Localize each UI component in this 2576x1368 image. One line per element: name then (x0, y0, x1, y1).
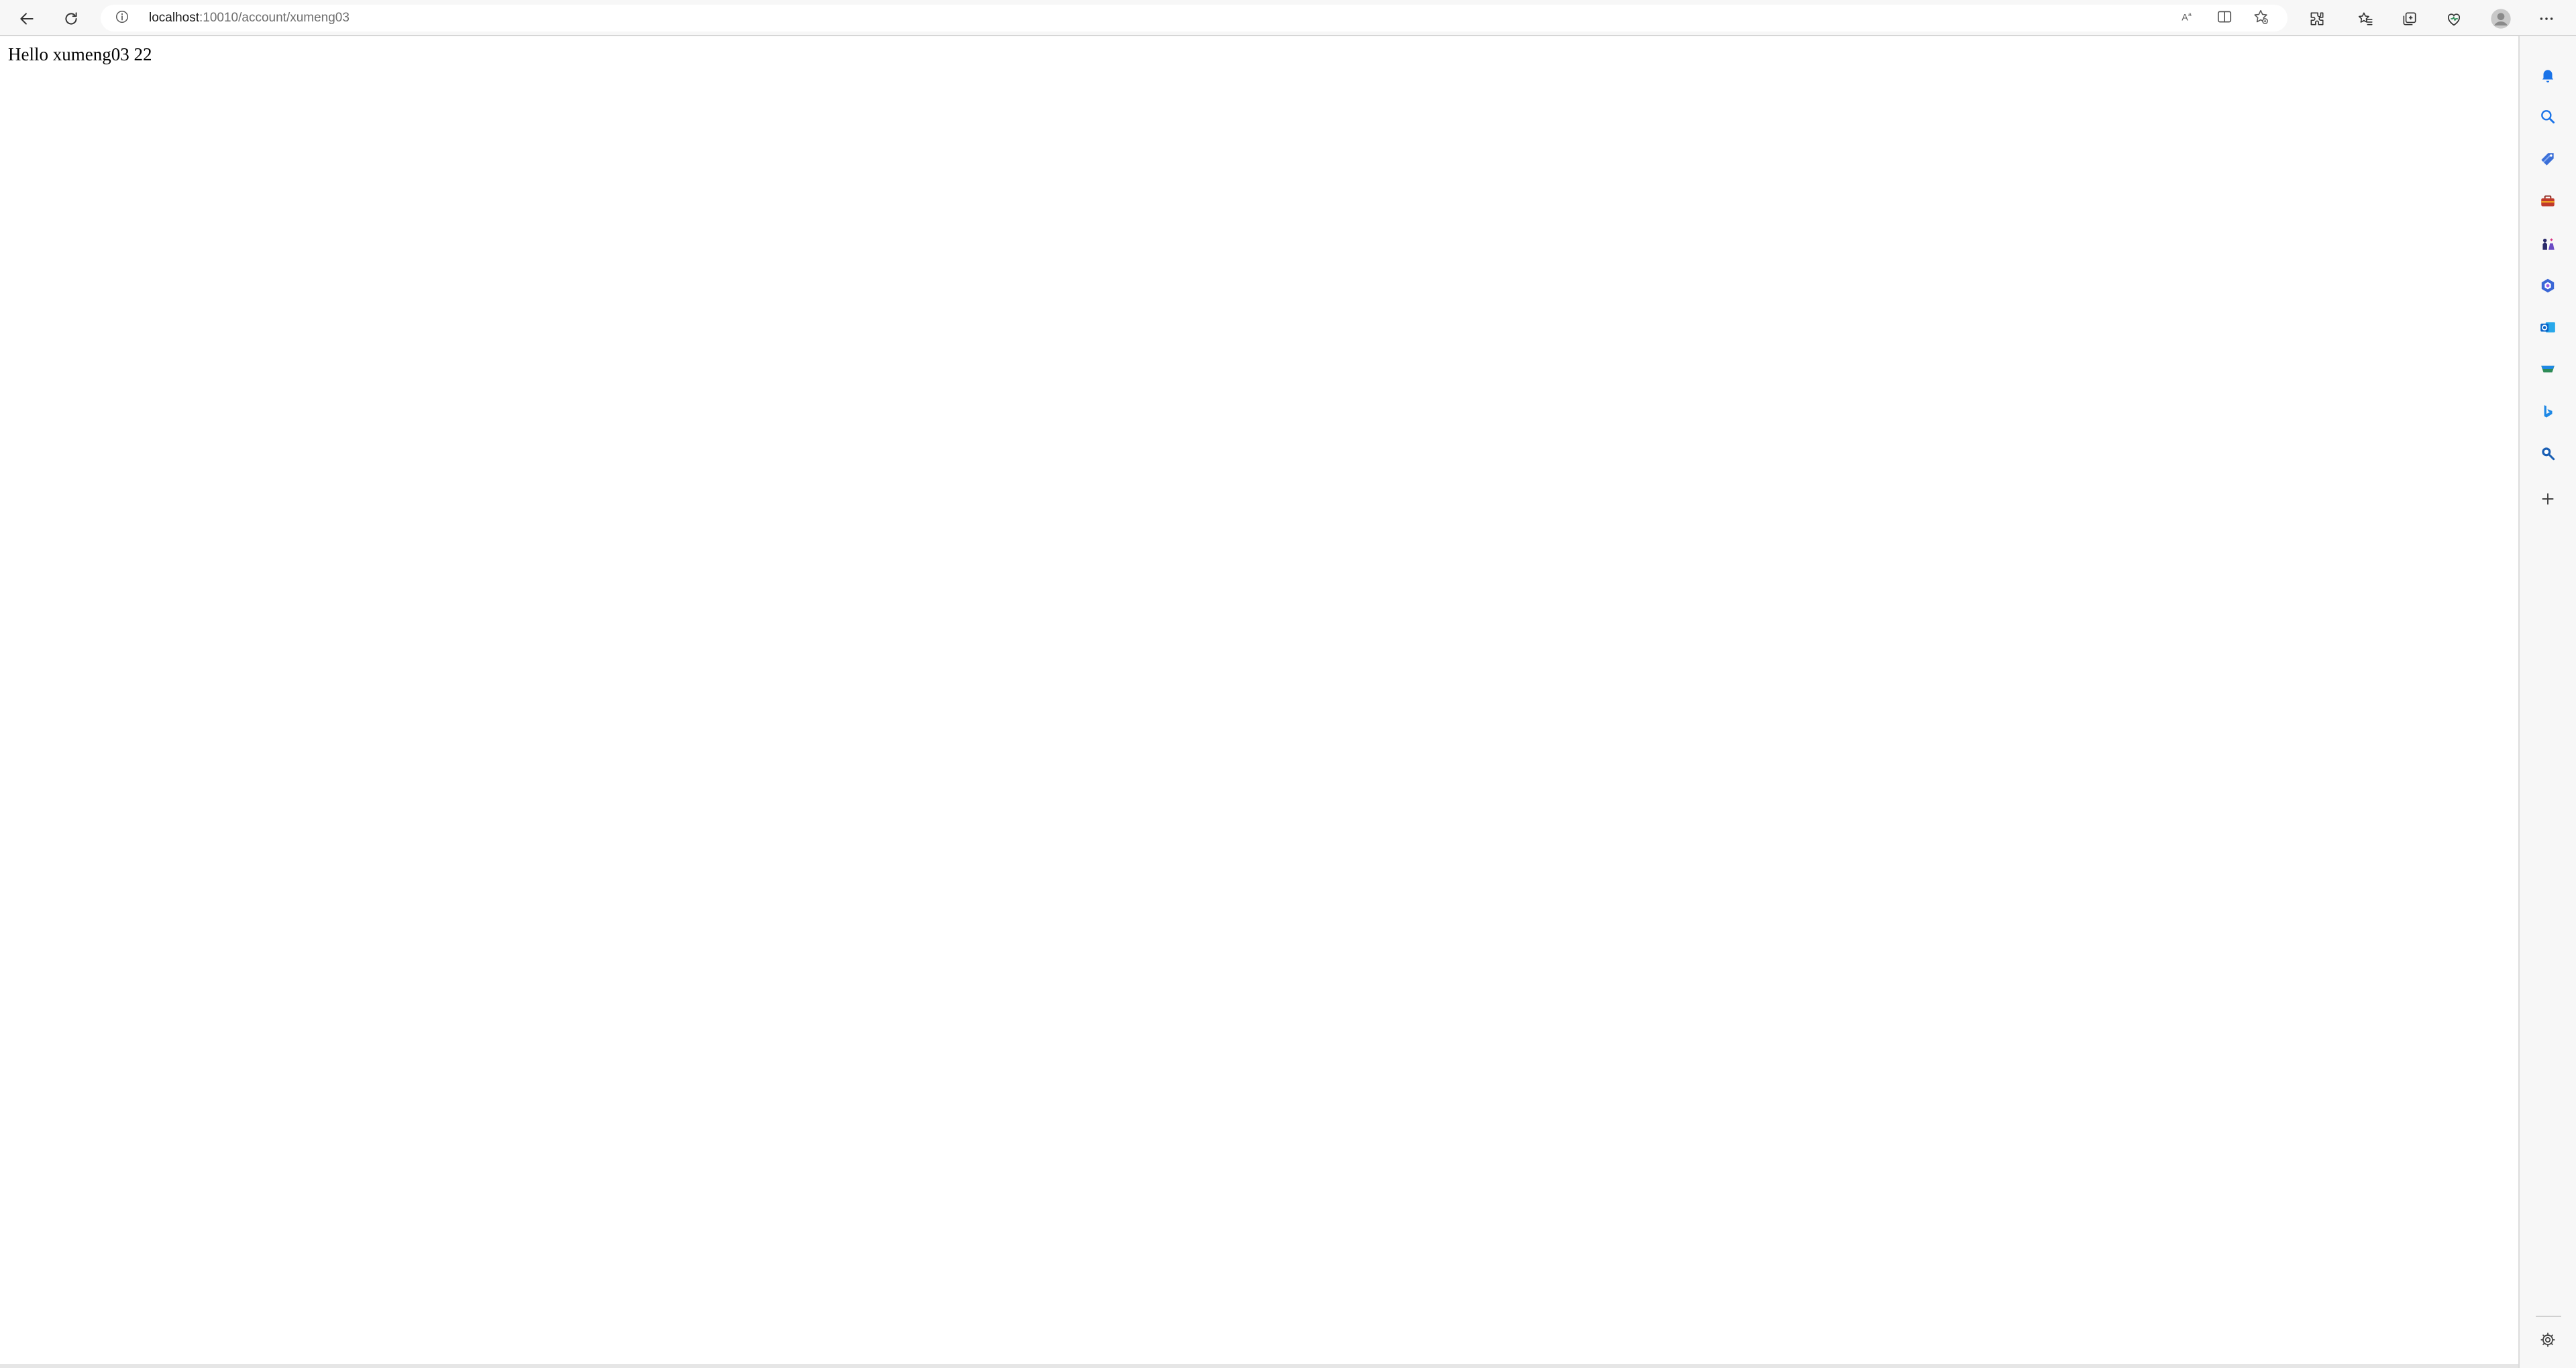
collections-button[interactable] (2395, 4, 2424, 34)
sidebar-settings-button[interactable] (2532, 1325, 2564, 1357)
split-screen-button[interactable] (2211, 5, 2238, 32)
sidebar-item-shopping[interactable] (2532, 145, 2564, 177)
svg-text:a: a (2188, 10, 2192, 17)
search-icon (2539, 108, 2557, 129)
extensions-button[interactable] (2302, 4, 2332, 34)
shopping-tag-icon (2539, 151, 2557, 172)
address-bar[interactable]: localhost:10010/account/xumeng03 Aa (101, 5, 2288, 32)
profile-button[interactable] (2486, 4, 2516, 34)
more-options-button[interactable] (2532, 4, 2561, 34)
games-icon (2539, 235, 2557, 256)
back-arrow-icon (18, 10, 36, 27)
split-screen-icon (2216, 8, 2233, 29)
sidebar-item-drop[interactable] (2532, 354, 2564, 386)
sidebar-item-tools[interactable] (2532, 186, 2564, 219)
svg-text:A: A (2182, 11, 2188, 22)
extensions-icon (2308, 10, 2326, 27)
collections-icon (2401, 10, 2418, 27)
settings-gear-icon (2539, 1331, 2557, 1352)
read-aloud-button[interactable]: Aa (2175, 5, 2202, 32)
add-favorite-button[interactable] (2247, 5, 2274, 32)
favorites-icon (2357, 10, 2374, 27)
url-text[interactable]: localhost:10010/account/xumeng03 (149, 5, 350, 32)
window-bottom-edge (0, 1364, 2518, 1368)
drop-icon (2539, 360, 2557, 381)
add-favorite-icon (2252, 8, 2269, 29)
sidebar-item-microsoft-365[interactable] (2532, 271, 2564, 303)
add-icon (2539, 490, 2557, 511)
browser-window: localhost:10010/account/xumeng03 Aa Hell… (0, 0, 2576, 1368)
browser-toolbar: localhost:10010/account/xumeng03 Aa (0, 0, 2576, 36)
refresh-button[interactable] (56, 4, 86, 34)
url-path: :10010/account/xumeng03 (199, 11, 350, 25)
refresh-icon (62, 10, 80, 27)
favorites-button[interactable] (2351, 4, 2380, 34)
sidebar-item-outlook[interactable] (2532, 312, 2564, 345)
sidebar-divider (2536, 1316, 2561, 1317)
outlook-icon (2539, 319, 2557, 339)
more-options-icon (2538, 10, 2555, 27)
tools-icon (2539, 192, 2557, 213)
page-content: Hello xumeng03 22 (0, 36, 2518, 1368)
back-button[interactable] (12, 4, 42, 34)
notifications-icon (2539, 66, 2557, 87)
sidebar-item-notifications[interactable] (2532, 60, 2564, 93)
site-info-button[interactable] (114, 10, 130, 26)
microsoft-365-icon (2539, 277, 2557, 298)
sidebar-item-search[interactable] (2532, 102, 2564, 134)
search-alt-icon (2539, 445, 2557, 465)
bing-icon (2539, 403, 2557, 424)
sidebar-item-games[interactable] (2532, 229, 2564, 262)
read-aloud-icon: Aa (2180, 8, 2197, 29)
sidebar-item-search-alt[interactable] (2532, 439, 2564, 471)
browser-essentials-icon (2445, 9, 2463, 28)
profile-avatar-icon (2490, 8, 2512, 30)
sidebar-item-bing[interactable] (2532, 397, 2564, 429)
url-host: localhost (149, 11, 199, 25)
info-icon (115, 9, 129, 27)
sidebar-add-button[interactable] (2532, 484, 2564, 516)
address-bar-actions: Aa (2175, 5, 2274, 32)
browser-essentials-button[interactable] (2439, 4, 2469, 34)
greeting-text: Hello xumeng03 22 (8, 44, 152, 64)
browser-sidebar (2518, 36, 2576, 1368)
